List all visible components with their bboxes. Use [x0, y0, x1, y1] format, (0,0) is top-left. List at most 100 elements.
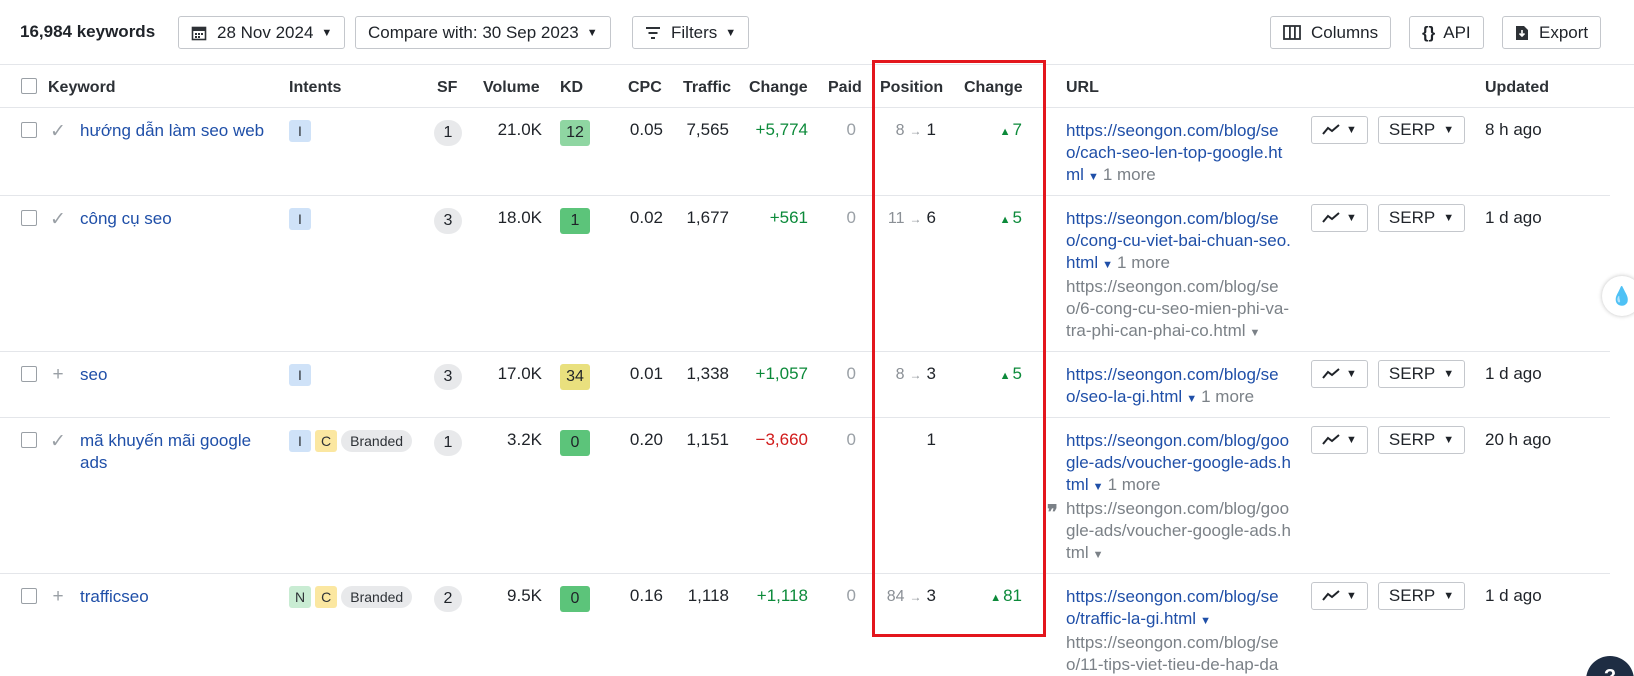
url-cell: https://seongon.com/blog/seo/traffic-la-…	[1066, 586, 1292, 676]
row-checkbox[interactable]	[21, 432, 37, 448]
header-sf[interactable]: SF	[437, 79, 457, 97]
volume-value: 18.0K	[497, 208, 542, 227]
position-cell: 84 → 3	[870, 586, 936, 606]
position-from: 84	[886, 588, 905, 605]
intent-badge: I	[289, 120, 311, 142]
position-cell: 11 → 6	[870, 208, 936, 228]
keyword-link[interactable]: trafficseo	[80, 586, 270, 608]
columns-icon	[1283, 25, 1301, 40]
header-traffic[interactable]: Traffic	[683, 79, 731, 97]
chevron-down-icon: ▼	[1346, 212, 1357, 224]
kd-badge: 12	[560, 120, 590, 146]
columns-label: Columns	[1311, 22, 1379, 42]
traffic-value[interactable]: 1,118	[672, 586, 729, 606]
filter-icon	[645, 26, 661, 40]
arrow-right-icon: →	[909, 590, 922, 604]
traffic-value[interactable]: 1,151	[672, 430, 729, 450]
position-from: 11	[887, 210, 905, 227]
serp-button[interactable]: SERP ▼	[1378, 204, 1465, 232]
url-more[interactable]: 1 more	[1108, 475, 1161, 494]
kd-badge: 0	[560, 430, 590, 456]
keyword-link[interactable]: hướng dẫn làm seo web	[80, 120, 270, 142]
chevron-down-icon[interactable]: ▼	[1102, 259, 1113, 271]
sf-count[interactable]: 1	[434, 430, 462, 456]
side-widget-icon[interactable]: 💧	[1602, 276, 1634, 316]
serp-button[interactable]: SERP ▼	[1378, 582, 1465, 610]
url-more[interactable]: 1 more	[1201, 387, 1254, 406]
header-url[interactable]: URL	[1066, 79, 1099, 97]
trend-button[interactable]: ▼	[1311, 360, 1368, 388]
quote-icon: ❞	[1047, 502, 1058, 524]
plus-icon[interactable]: +	[48, 364, 68, 386]
volume-value: 9.5K	[507, 586, 542, 605]
position-change-value: 81	[1003, 586, 1022, 605]
kd-badge: 34	[560, 364, 590, 390]
traffic-value[interactable]: 1,677	[672, 208, 729, 228]
row-checkbox[interactable]	[21, 210, 37, 226]
sf-count[interactable]: 3	[434, 208, 462, 234]
sf-count[interactable]: 1	[434, 120, 462, 146]
header-kd[interactable]: KD	[560, 79, 583, 97]
chevron-down-icon[interactable]: ▼	[1186, 393, 1197, 405]
trend-button[interactable]: ▼	[1311, 204, 1368, 232]
check-icon[interactable]: ✓	[48, 208, 68, 231]
chevron-down-icon[interactable]: ▼	[1250, 327, 1261, 339]
serp-button[interactable]: SERP ▼	[1378, 426, 1465, 454]
plus-icon[interactable]: +	[48, 586, 68, 608]
compare-button[interactable]: Compare with: 30 Sep 2023 ▼	[355, 16, 611, 49]
check-icon[interactable]: ✓	[48, 430, 68, 453]
sf-count[interactable]: 2	[434, 586, 462, 612]
intents-cell: N C Branded	[289, 586, 413, 608]
chevron-down-icon[interactable]: ▼	[1093, 481, 1104, 493]
export-button[interactable]: Export	[1502, 16, 1602, 49]
filters-button[interactable]: Filters ▼	[632, 16, 750, 49]
chevron-down-icon[interactable]: ▼	[1200, 615, 1211, 627]
header-volume[interactable]: Volume	[483, 79, 540, 97]
paid-value: 0	[846, 120, 856, 139]
serp-label: SERP	[1388, 364, 1436, 383]
cpc-value: 0.20	[629, 430, 663, 449]
row-checkbox[interactable]	[21, 588, 37, 604]
chevron-down-icon[interactable]: ▼	[1093, 549, 1104, 561]
keyword-link[interactable]: seo	[80, 364, 270, 386]
header-updated[interactable]: Updated	[1485, 79, 1549, 97]
url-link[interactable]: https://seongon.com/blog/seo/cong-cu-vie…	[1066, 209, 1291, 272]
trend-button[interactable]: ▼	[1311, 116, 1368, 144]
chevron-down-icon: ▼	[1346, 590, 1357, 602]
url-link[interactable]: https://seongon.com/blog/seo/traffic-la-…	[1066, 587, 1279, 628]
table-row: ✓ công cụ seo I 3 18.0K 1 0.02 1,677 +561 0 11 → 6 ▲ 5…	[0, 196, 1610, 352]
updated-value: 1 d ago	[1485, 364, 1542, 383]
intent-badge: I	[289, 430, 311, 452]
url-more[interactable]: 1 more	[1117, 253, 1170, 272]
header-position-change[interactable]: Change	[964, 79, 1023, 97]
select-all-checkbox[interactable]	[21, 78, 37, 94]
check-icon[interactable]: ✓	[48, 120, 68, 143]
traffic-value[interactable]: 1,338	[672, 364, 729, 384]
trend-button[interactable]: ▼	[1311, 582, 1368, 610]
header-intents[interactable]: Intents	[289, 79, 341, 97]
sf-count[interactable]: 3	[434, 364, 462, 390]
header-keyword[interactable]: Keyword	[48, 79, 116, 97]
traffic-value[interactable]: 7,565	[672, 120, 729, 140]
header-paid[interactable]: Paid	[828, 79, 862, 97]
columns-button[interactable]: Columns	[1270, 16, 1392, 49]
position-to: 1	[926, 120, 936, 139]
header-cpc[interactable]: CPC	[628, 79, 662, 97]
secondary-url[interactable]: https://seongon.com/blog/seo/11-tips-vie…	[1066, 633, 1279, 674]
chevron-down-icon[interactable]: ▼	[1088, 171, 1099, 183]
url-more[interactable]: 1 more	[1103, 165, 1156, 184]
header-change[interactable]: Change	[749, 79, 808, 97]
serp-button[interactable]: SERP ▼	[1378, 360, 1465, 388]
keyword-link[interactable]: công cụ seo	[80, 208, 270, 230]
position-change-cell: ▲ 81	[960, 586, 1022, 606]
row-checkbox[interactable]	[21, 122, 37, 138]
header-position[interactable]: Position	[880, 79, 943, 97]
triangle-up-icon: ▲	[990, 592, 1002, 604]
trend-button[interactable]: ▼	[1311, 426, 1368, 454]
row-checkbox[interactable]	[21, 366, 37, 382]
serp-button[interactable]: SERP ▼	[1378, 116, 1465, 144]
keyword-link[interactable]: mã khuyến mãi google ads	[80, 430, 270, 474]
paid-value: 0	[846, 364, 856, 383]
api-button[interactable]: {} API	[1409, 16, 1484, 49]
date-picker-button[interactable]: 28 Nov 2024 ▼	[178, 16, 346, 49]
